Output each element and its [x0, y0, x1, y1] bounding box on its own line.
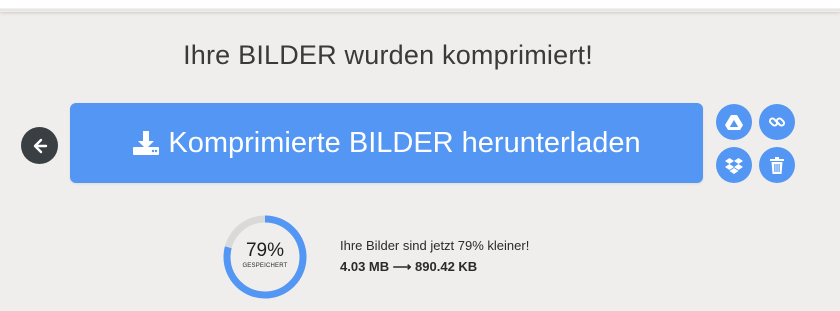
copy-link-button[interactable] — [759, 104, 795, 140]
google-drive-icon — [725, 115, 743, 130]
savings-percent: 79% — [245, 240, 285, 261]
compressed-size: 890.42 KB — [415, 259, 478, 274]
dropbox-icon — [725, 157, 743, 174]
back-button[interactable] — [21, 127, 58, 164]
savings-ring: 79% GESPEICHERT — [222, 214, 308, 300]
compression-summary: Ihre Bilder sind jetzt 79% kleiner! 4.03… — [340, 238, 529, 275]
download-tray-icon — [132, 130, 160, 156]
download-button-label: Komprimierte BILDER herunterladen — [168, 126, 641, 159]
size-comparison: 4.03 MB ⟶ 890.42 KB — [340, 259, 529, 275]
top-bar-edge — [0, 0, 840, 12]
trash-icon — [770, 156, 784, 174]
download-button[interactable]: Komprimierte BILDER herunterladen — [70, 103, 703, 183]
link-icon — [768, 117, 786, 127]
original-size: 4.03 MB — [340, 259, 390, 274]
delete-button[interactable] — [759, 147, 795, 183]
page-title: Ihre BILDER wurden komprimiert! — [183, 40, 593, 70]
size-arrow: ⟶ — [392, 259, 412, 274]
dropbox-button[interactable] — [716, 147, 752, 183]
summary-message: Ihre Bilder sind jetzt 79% kleiner! — [340, 238, 530, 253]
saved-label: GESPEICHERT — [242, 263, 288, 269]
arrow-left-icon — [33, 138, 47, 153]
google-drive-button[interactable] — [716, 104, 752, 140]
